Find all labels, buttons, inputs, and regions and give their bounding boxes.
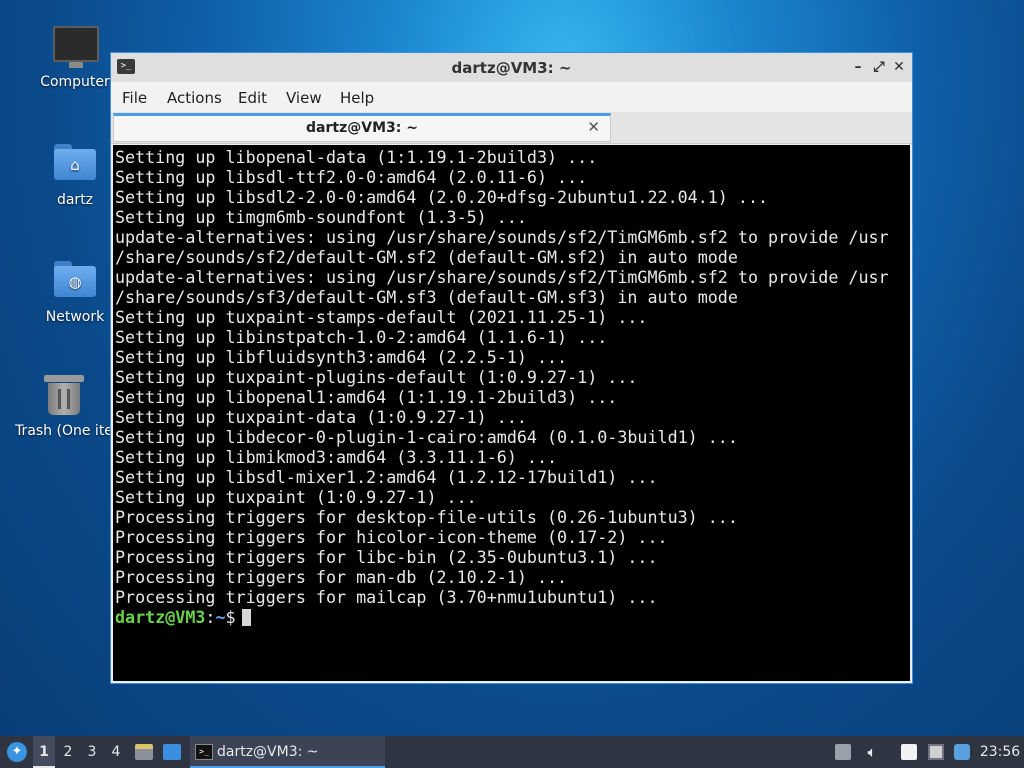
terminal-line: Setting up libsdl-mixer1.2:amd64 (1.2.12… [115, 467, 658, 487]
terminal-line: /share/sounds/sf2/default-GM.sf2 (defaul… [115, 247, 738, 267]
workspace-2[interactable]: 2 [57, 736, 79, 768]
terminal-line: /share/sounds/sf3/default-GM.sf3 (defaul… [115, 287, 738, 307]
maximize-button[interactable]: ⤢ [870, 58, 888, 76]
menu-help[interactable]: Help [340, 89, 374, 107]
clipboard-icon [901, 744, 917, 760]
terminal-prompt: dartz@VM3:~$ [115, 607, 889, 627]
volume-icon: 🔈︎ [867, 743, 877, 761]
terminal-line: Setting up libsdl2-2.0-0:amd64 (2.0.20+d… [115, 187, 769, 207]
network-folder-icon: ◍ [53, 261, 97, 305]
menu-bar: File Actions Edit View Help [111, 82, 912, 112]
terminal-line: Setting up tuxpaint-stamps-default (2021… [115, 307, 648, 327]
taskbar: ✦ 1 2 3 4 >_ dartz@VM3: ~ 🔈︎ 23:56 [0, 736, 1024, 768]
workspace-3[interactable]: 3 [81, 736, 103, 768]
tab-bar: dartz@VM3: ~ ✕ [111, 112, 912, 144]
terminal-line: Setting up tuxpaint (1:0.9.27-1) ... [115, 487, 477, 507]
menu-actions[interactable]: Actions [167, 89, 222, 107]
window-title: dartz@VM3: ~ [451, 59, 572, 77]
show-desktop-launcher[interactable] [160, 736, 184, 768]
menu-file[interactable]: File [122, 89, 147, 107]
update-notifier-icon [954, 744, 970, 760]
terminal-task-icon: >_ [195, 744, 213, 760]
file-manager-icon [135, 744, 153, 760]
trash-icon [42, 375, 86, 419]
window-titlebar[interactable]: >_ dartz@VM3: ~ – ⤢ ✕ [111, 53, 912, 82]
tray-volume[interactable]: 🔈︎ [861, 736, 883, 768]
desktop-icon-home[interactable]: ⌂ dartz [27, 140, 123, 208]
minimize-button[interactable]: – [849, 58, 867, 76]
file-manager-launcher[interactable] [132, 736, 156, 768]
desktop-icon-label: Trash (One ite [15, 423, 113, 439]
tray-notification[interactable] [832, 736, 854, 768]
terminal-line: Setting up tuxpaint-plugins-default (1:0… [115, 367, 638, 387]
home-folder-icon: ⌂ [53, 144, 97, 188]
terminal-cursor [241, 609, 251, 626]
desktop-icon-trash[interactable]: Trash (One ite [14, 373, 114, 439]
start-menu-button[interactable]: ✦ [4, 736, 30, 768]
terminal-line: Processing triggers for libc-bin (2.35-0… [115, 547, 658, 567]
prompt-symbol: $ [225, 607, 236, 627]
terminal-window[interactable]: >_ dartz@VM3: ~ – ⤢ ✕ File Actions Edit … [110, 52, 913, 684]
desktop-icon-label: dartz [56, 192, 94, 208]
terminal-line: Setting up libdecor-0-plugin-1-cairo:amd… [115, 427, 738, 447]
tray-updates[interactable] [951, 736, 973, 768]
tab-terminal[interactable]: dartz@VM3: ~ ✕ [113, 113, 611, 142]
menu-view[interactable]: View [286, 89, 322, 107]
taskbar-task-label: dartz@VM3: ~ [217, 744, 319, 760]
tab-close-icon[interactable]: ✕ [587, 118, 600, 136]
terminal-line: Setting up libsdl-ttf2.0-0:amd64 (2.0.11… [115, 167, 588, 187]
desktop-icon-network[interactable]: ◍ Network [27, 257, 123, 325]
terminal-line: Processing triggers for mailcap (3.70+nm… [115, 587, 658, 607]
terminal-line: Processing triggers for man-db (2.10.2-1… [115, 567, 568, 587]
prompt-user: dartz@VM3 [115, 607, 206, 627]
terminal-lines: Setting up libopenal-data (1:1.19.1-2bui… [115, 147, 889, 627]
computer-icon [53, 26, 99, 70]
terminal-line: update-alternatives: using /usr/share/so… [115, 227, 889, 247]
terminal-line: Processing triggers for desktop-file-uti… [115, 507, 738, 527]
menu-edit[interactable]: Edit [238, 89, 267, 107]
network-icon [928, 744, 944, 760]
terminal-line: Setting up libfluidsynth3:amd64 (2.2.5-1… [115, 347, 568, 367]
close-button[interactable]: ✕ [890, 58, 908, 76]
terminal-line: Setting up libinstpatch-1.0-2:amd64 (1.1… [115, 327, 608, 347]
terminal-line: Setting up libmikmod3:amd64 (3.3.11.1-6)… [115, 447, 558, 467]
notification-icon [835, 744, 851, 760]
tab-label: dartz@VM3: ~ [306, 120, 418, 136]
workspace-1[interactable]: 1 [33, 736, 55, 768]
tray-clipboard[interactable] [898, 736, 920, 768]
terminal-line: Setting up libopenal1:amd64 (1:1.19.1-2b… [115, 387, 618, 407]
workspace-4[interactable]: 4 [105, 736, 127, 768]
terminal-line: Setting up timgm6mb-soundfont (1.3-5) ..… [115, 207, 527, 227]
desktop-icon-label: Computer [40, 74, 110, 90]
prompt-path: ~ [215, 607, 226, 627]
taskbar-terminal-button[interactable]: >_ dartz@VM3: ~ [190, 736, 385, 768]
desktop-icon-label: Network [45, 309, 105, 325]
tray-network[interactable] [925, 736, 947, 768]
terminal-line: Setting up libopenal-data (1:1.19.1-2bui… [115, 147, 598, 167]
terminal-line: update-alternatives: using /usr/share/so… [115, 267, 889, 287]
desktop-icon-computer[interactable]: Computer [27, 22, 123, 90]
prompt-separator: : [205, 607, 216, 627]
terminal-line: Processing triggers for hicolor-icon-the… [115, 527, 668, 547]
lubuntu-logo-icon: ✦ [7, 742, 27, 762]
show-desktop-icon [163, 744, 181, 760]
terminal-line: Setting up tuxpaint-data (1:0.9.27-1) ..… [115, 407, 527, 427]
terminal-output[interactable]: Setting up libopenal-data (1:1.19.1-2bui… [113, 145, 910, 681]
clock[interactable]: 23:56 [976, 736, 1024, 768]
